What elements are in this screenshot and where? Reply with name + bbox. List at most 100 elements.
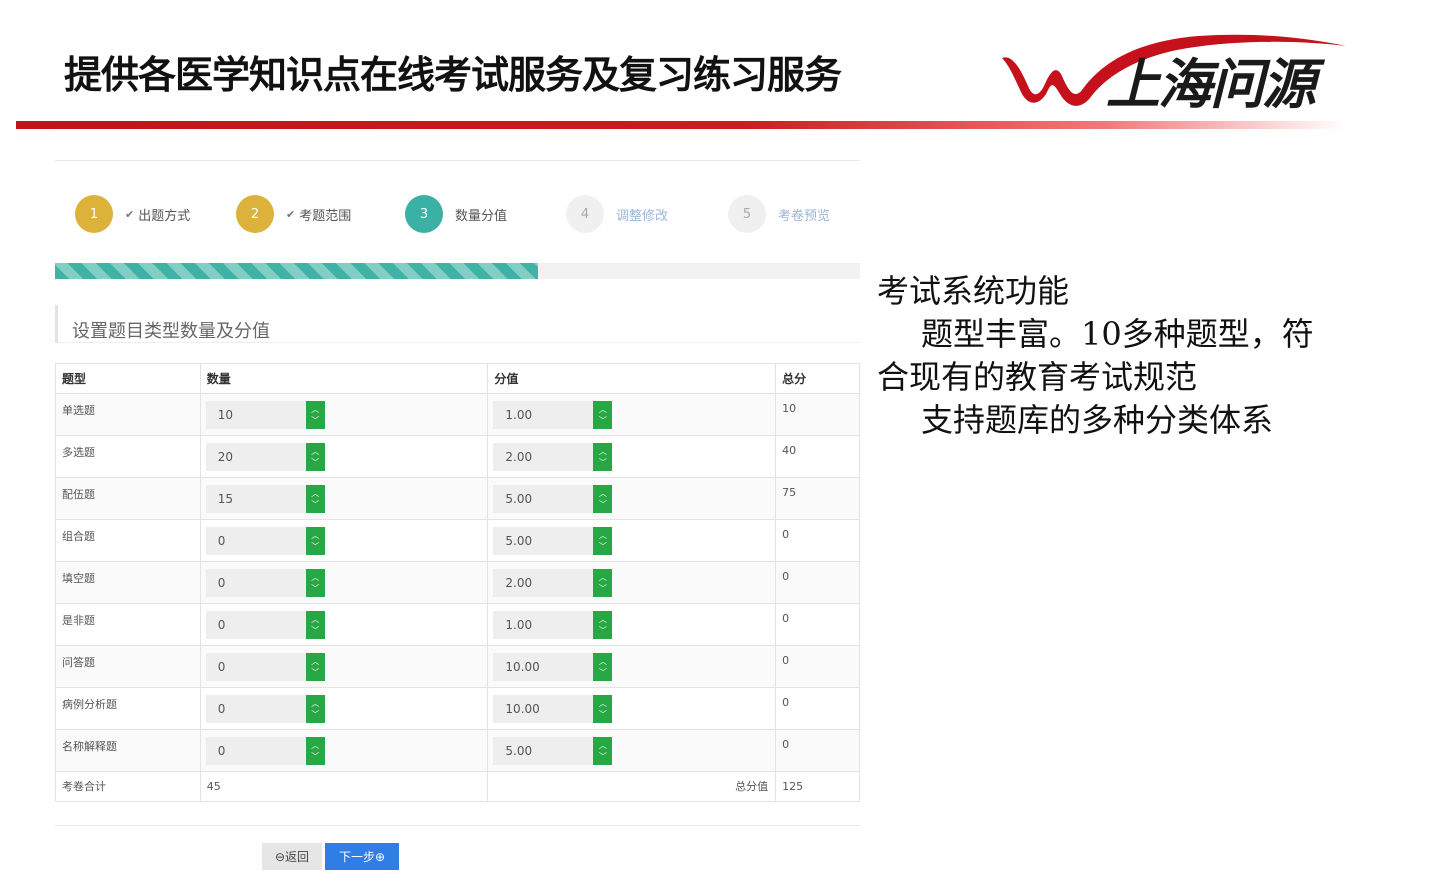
count-input[interactable]: 0 (205, 653, 306, 681)
stepper-buttons[interactable]: ︿ ﹀ (593, 401, 613, 429)
chevron-up-icon[interactable]: ︿ (311, 656, 319, 667)
chevron-down-icon[interactable]: ﹀ (311, 457, 319, 468)
count-input[interactable]: 0 (205, 695, 306, 723)
stepper-buttons[interactable]: ︿ ﹀ (305, 401, 325, 429)
count-input[interactable]: 15 (205, 485, 306, 513)
step-3[interactable]: 3 数量分值 (405, 195, 507, 233)
chevron-up-icon[interactable]: ︿ (599, 656, 607, 667)
stepper-buttons[interactable]: ︿ ﹀ (305, 485, 325, 513)
back-button[interactable]: ⊖ 返回 (262, 843, 322, 870)
chevron-up-icon[interactable]: ︿ (311, 446, 319, 457)
count-stepper[interactable]: 0 ︿ ﹀ (205, 653, 326, 681)
step-5[interactable]: 5 考卷预览 (728, 195, 830, 233)
stepper-buttons[interactable]: ︿ ﹀ (593, 485, 613, 513)
count-stepper[interactable]: 0 ︿ ﹀ (205, 569, 326, 597)
score-input[interactable]: 5.00 (493, 527, 594, 555)
chevron-down-icon[interactable]: ﹀ (311, 709, 319, 720)
chevron-up-icon[interactable]: ︿ (599, 446, 607, 457)
count-input[interactable]: 20 (205, 443, 306, 471)
score-stepper[interactable]: 2.00 ︿ ﹀ (493, 443, 613, 471)
stepper-buttons[interactable]: ︿ ﹀ (593, 653, 613, 681)
stepper-buttons[interactable]: ︿ ﹀ (305, 653, 325, 681)
stepper-buttons[interactable]: ︿ ﹀ (305, 527, 325, 555)
chevron-down-icon[interactable]: ﹀ (311, 583, 319, 594)
count-input[interactable]: 10 (205, 401, 306, 429)
count-stepper[interactable]: 0 ︿ ﹀ (205, 737, 326, 765)
stepper-buttons[interactable]: ︿ ﹀ (593, 695, 613, 723)
count-stepper[interactable]: 0 ︿ ﹀ (205, 611, 326, 639)
score-stepper[interactable]: 1.00 ︿ ﹀ (493, 611, 613, 639)
chevron-up-icon[interactable]: ︿ (311, 698, 319, 709)
count-stepper[interactable]: 20 ︿ ﹀ (205, 443, 326, 471)
step-number: 3 (405, 195, 443, 233)
chevron-up-icon[interactable]: ︿ (311, 572, 319, 583)
chevron-up-icon[interactable]: ︿ (599, 488, 607, 499)
score-input[interactable]: 2.00 (493, 569, 594, 597)
chevron-up-icon[interactable]: ︿ (599, 698, 607, 709)
score-input[interactable]: 1.00 (493, 611, 594, 639)
chevron-up-icon[interactable]: ︿ (599, 404, 607, 415)
chevron-down-icon[interactable]: ﹀ (311, 751, 319, 762)
chevron-up-icon[interactable]: ︿ (311, 488, 319, 499)
score-input[interactable]: 5.00 (493, 737, 594, 765)
chevron-up-icon[interactable]: ︿ (599, 614, 607, 625)
chevron-down-icon[interactable]: ﹀ (311, 541, 319, 552)
score-stepper[interactable]: 2.00 ︿ ﹀ (493, 569, 613, 597)
chevron-down-icon[interactable]: ﹀ (311, 625, 319, 636)
score-input[interactable]: 2.00 (493, 443, 594, 471)
score-stepper[interactable]: 1.00 ︿ ﹀ (493, 401, 613, 429)
step-1[interactable]: 1 ✔ 出题方式 (75, 195, 190, 233)
chevron-up-icon[interactable]: ︿ (311, 404, 319, 415)
score-stepper[interactable]: 10.00 ︿ ﹀ (493, 653, 613, 681)
stepper-buttons[interactable]: ︿ ﹀ (305, 443, 325, 471)
stepper-buttons[interactable]: ︿ ﹀ (593, 737, 613, 765)
chevron-down-icon[interactable]: ﹀ (311, 499, 319, 510)
chevron-up-icon[interactable]: ︿ (599, 530, 607, 541)
score-stepper[interactable]: 5.00 ︿ ﹀ (493, 527, 613, 555)
chevron-up-icon[interactable]: ︿ (599, 572, 607, 583)
count-input[interactable]: 0 (205, 611, 306, 639)
count-stepper[interactable]: 10 ︿ ﹀ (205, 401, 326, 429)
score-cell: 5.00 ︿ ﹀ (487, 729, 777, 772)
stepper-buttons[interactable]: ︿ ﹀ (593, 443, 613, 471)
stepper-buttons[interactable]: ︿ ﹀ (593, 569, 613, 597)
chevron-down-icon[interactable]: ﹀ (599, 751, 607, 762)
chevron-down-icon[interactable]: ﹀ (311, 667, 319, 678)
count-stepper[interactable]: 0 ︿ ﹀ (205, 527, 326, 555)
stepper-buttons[interactable]: ︿ ﹀ (305, 611, 325, 639)
stepper-buttons[interactable]: ︿ ﹀ (593, 611, 613, 639)
next-button[interactable]: 下一步 ⊕ (325, 843, 399, 870)
stepper-buttons[interactable]: ︿ ﹀ (305, 737, 325, 765)
count-input[interactable]: 0 (205, 569, 306, 597)
score-input[interactable]: 1.00 (493, 401, 594, 429)
stepper-buttons[interactable]: ︿ ﹀ (305, 695, 325, 723)
chevron-down-icon[interactable]: ﹀ (599, 541, 607, 552)
score-stepper[interactable]: 10.00 ︿ ﹀ (493, 695, 613, 723)
score-input[interactable]: 10.00 (493, 695, 594, 723)
chevron-down-icon[interactable]: ﹀ (599, 499, 607, 510)
chevron-up-icon[interactable]: ︿ (311, 614, 319, 625)
score-stepper[interactable]: 5.00 ︿ ﹀ (493, 485, 613, 513)
score-stepper[interactable]: 5.00 ︿ ﹀ (493, 737, 613, 765)
stepper-buttons[interactable]: ︿ ﹀ (593, 527, 613, 555)
score-cell: 1.00 ︿ ﹀ (487, 603, 777, 646)
chevron-down-icon[interactable]: ﹀ (311, 415, 319, 426)
chevron-up-icon[interactable]: ︿ (311, 740, 319, 751)
count-input[interactable]: 0 (205, 527, 306, 555)
score-input[interactable]: 10.00 (493, 653, 594, 681)
step-4[interactable]: 4 调整修改 (566, 195, 668, 233)
count-stepper[interactable]: 15 ︿ ﹀ (205, 485, 326, 513)
count-input[interactable]: 0 (205, 737, 306, 765)
chevron-up-icon[interactable]: ︿ (599, 740, 607, 751)
count-stepper[interactable]: 0 ︿ ﹀ (205, 695, 326, 723)
chevron-down-icon[interactable]: ﹀ (599, 709, 607, 720)
chevron-down-icon[interactable]: ﹀ (599, 583, 607, 594)
chevron-up-icon[interactable]: ︿ (311, 530, 319, 541)
stepper-buttons[interactable]: ︿ ﹀ (305, 569, 325, 597)
chevron-down-icon[interactable]: ﹀ (599, 667, 607, 678)
chevron-down-icon[interactable]: ﹀ (599, 457, 607, 468)
chevron-down-icon[interactable]: ﹀ (599, 625, 607, 636)
chevron-down-icon[interactable]: ﹀ (599, 415, 607, 426)
step-2[interactable]: 2 ✔ 考题范围 (236, 195, 351, 233)
score-input[interactable]: 5.00 (493, 485, 594, 513)
